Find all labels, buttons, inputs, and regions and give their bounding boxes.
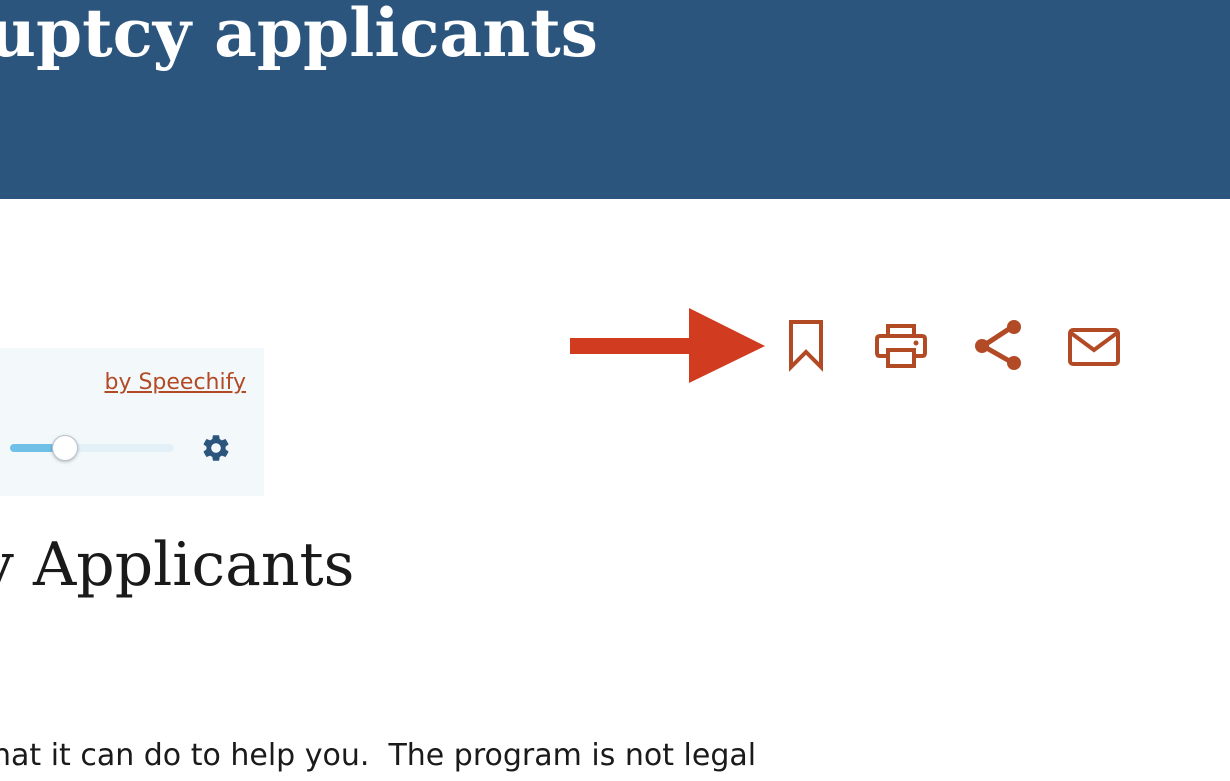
text-to-speech-widget: by Speechify xyxy=(0,348,264,496)
slider-thumb[interactable] xyxy=(52,435,78,461)
gear-icon[interactable] xyxy=(200,432,232,464)
mail-icon[interactable] xyxy=(1066,324,1122,375)
speechify-link[interactable]: by Speechify xyxy=(104,370,246,395)
banner-title: uptcy applicants xyxy=(0,0,598,72)
speed-slider[interactable] xyxy=(10,434,174,462)
intro-paragraph: hat it can do to help you. The program i… xyxy=(0,738,757,773)
page-heading: y Applicants xyxy=(0,530,355,600)
share-icon[interactable] xyxy=(972,318,1026,379)
page-banner: uptcy applicants xyxy=(0,0,1230,199)
printer-icon[interactable] xyxy=(874,322,928,375)
bookmark-icon[interactable] xyxy=(784,318,828,377)
arrow-right-icon xyxy=(570,308,770,389)
